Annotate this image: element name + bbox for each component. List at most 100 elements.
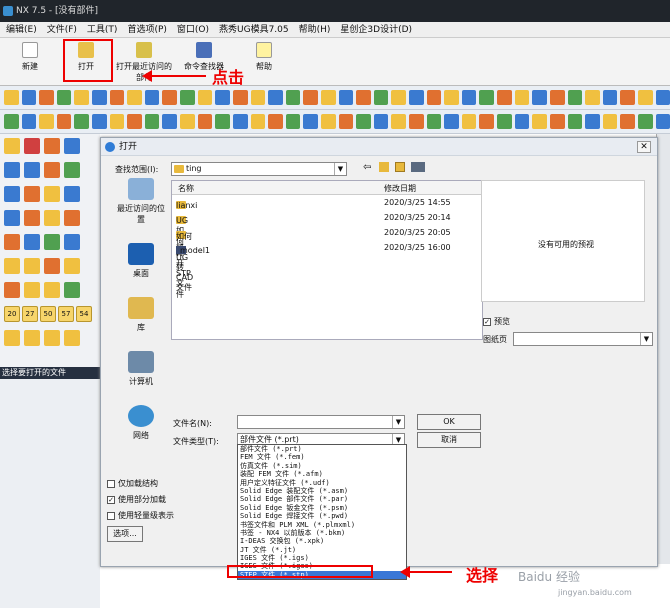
tool-icon[interactable]	[127, 90, 142, 105]
tool-icon[interactable]	[637, 90, 653, 105]
tool-icon[interactable]	[144, 90, 160, 105]
tool-icon[interactable]	[461, 114, 477, 129]
filetype-option[interactable]: 仿真文件 (*.sim)	[238, 462, 406, 470]
tool-icon[interactable]	[109, 90, 125, 105]
tool-icon[interactable]	[655, 114, 670, 129]
tool-icon[interactable]	[4, 114, 19, 129]
tool-icon[interactable]	[356, 90, 371, 105]
tool-icon[interactable]	[24, 138, 40, 154]
filetype-option[interactable]: 书签文件和 PLM XML (*.plmxml)	[238, 521, 406, 529]
tool-icon[interactable]	[44, 162, 60, 178]
tool-icon[interactable]	[4, 162, 20, 178]
tool-icon[interactable]	[162, 114, 178, 129]
filetype-option[interactable]: Solid Edge 部件文件 (*.par)	[238, 495, 406, 503]
tool-icon[interactable]	[44, 138, 60, 154]
up-folder-icon[interactable]	[379, 162, 389, 172]
tool-icon[interactable]	[250, 90, 266, 105]
tool-icon[interactable]	[44, 282, 60, 298]
tool-icon[interactable]	[4, 186, 20, 202]
tool-icon[interactable]	[373, 90, 389, 105]
new-folder-icon[interactable]	[395, 162, 405, 172]
tool-icon[interactable]	[461, 90, 477, 105]
tool-icon[interactable]	[44, 210, 60, 226]
menu-yanxiu[interactable]: 燕秀UG模具7.05	[219, 22, 289, 37]
filetype-option[interactable]: FEM 文件 (*.fem)	[238, 453, 406, 461]
place-library[interactable]: 库	[115, 297, 167, 333]
tool-icon[interactable]	[479, 114, 495, 129]
tool-icon[interactable]	[4, 138, 20, 154]
tool-icon[interactable]	[4, 234, 20, 250]
place-computer[interactable]: 计算机	[115, 351, 167, 387]
menu-window[interactable]: 窗口(O)	[177, 22, 209, 37]
tool-icon[interactable]	[64, 282, 80, 298]
tool-icon[interactable]	[4, 210, 20, 226]
file-row[interactable]: lianxi 2020/3/25 14:55	[172, 195, 482, 210]
place-desktop[interactable]: 桌面	[115, 243, 167, 279]
tool-icon[interactable]	[24, 162, 40, 178]
tool-icon[interactable]	[532, 114, 547, 129]
tool-icon[interactable]	[532, 90, 547, 105]
tool-icon[interactable]	[514, 90, 530, 105]
tool-icon[interactable]	[444, 114, 459, 129]
tool-icon[interactable]	[391, 114, 407, 129]
tool-icon[interactable]	[620, 90, 635, 105]
tool-icon[interactable]	[620, 114, 635, 129]
menu-file[interactable]: 文件(F)	[47, 22, 77, 37]
tool-icon[interactable]	[250, 114, 266, 129]
tool-icon[interactable]	[4, 90, 19, 105]
options-button[interactable]: 选项...	[107, 526, 143, 542]
tool-icon[interactable]	[4, 282, 20, 298]
menu-help[interactable]: 帮助(H)	[299, 22, 331, 37]
tool-icon[interactable]	[44, 330, 60, 346]
option-structure-only[interactable]: 仅加载结构	[107, 478, 158, 489]
column-date[interactable]: 修改日期	[384, 183, 416, 194]
filetype-option[interactable]: 装配 FEM 文件 (*.afm)	[238, 470, 406, 478]
filename-input[interactable]: ▼	[237, 415, 405, 429]
tool-icon[interactable]	[409, 114, 424, 129]
number-tile[interactable]: 20	[4, 306, 20, 322]
tool-icon[interactable]	[514, 114, 530, 129]
tool-icon[interactable]	[303, 90, 318, 105]
tool-icon[interactable]	[24, 210, 40, 226]
tool-icon[interactable]	[637, 114, 653, 129]
menu-xingchuang[interactable]: 星创企3D设计(D)	[340, 22, 412, 37]
tool-icon[interactable]	[24, 330, 40, 346]
tool-icon[interactable]	[426, 114, 442, 129]
option-lightweight[interactable]: 使用轻量级表示	[107, 510, 174, 521]
tool-icon[interactable]	[391, 90, 407, 105]
tool-icon[interactable]	[602, 90, 618, 105]
menu-tools[interactable]: 工具(T)	[87, 22, 118, 37]
tool-icon[interactable]	[56, 90, 72, 105]
tool-icon[interactable]	[215, 90, 230, 105]
tool-icon[interactable]	[109, 114, 125, 129]
cancel-button[interactable]: 取消	[417, 432, 481, 448]
right-scrollbar[interactable]	[656, 134, 670, 564]
tool-icon[interactable]	[338, 114, 354, 129]
tool-icon[interactable]	[567, 114, 583, 129]
tool-icon[interactable]	[64, 234, 80, 250]
tool-icon[interactable]	[232, 114, 248, 129]
filetype-option[interactable]: STEP 文件 (*.step)	[238, 579, 406, 580]
place-recent[interactable]: 最近访问的位置	[115, 178, 167, 225]
tool-icon[interactable]	[44, 234, 60, 250]
tool-icon[interactable]	[320, 90, 336, 105]
tool-icon[interactable]	[655, 90, 670, 105]
tool-icon[interactable]	[92, 90, 107, 105]
close-button[interactable]: ✕	[637, 141, 651, 153]
tool-icon[interactable]	[74, 90, 90, 105]
tool-icon[interactable]	[24, 282, 40, 298]
tool-icon[interactable]	[585, 90, 600, 105]
tool-icon[interactable]	[24, 234, 40, 250]
tool-icon[interactable]	[64, 210, 80, 226]
tool-icon[interactable]	[24, 186, 40, 202]
tool-icon[interactable]	[268, 114, 283, 129]
tool-icon[interactable]	[64, 186, 80, 202]
file-row[interactable]: 如何将UG转CAD文件 2020/3/25 20:05	[172, 225, 482, 292]
filetype-option[interactable]: Solid Edge 焊接文件 (*.pwd)	[238, 512, 406, 520]
filetype-option[interactable]: Solid Edge 钣金文件 (*.psm)	[238, 504, 406, 512]
filetype-option[interactable]: 用户定义特征文件 (*.udf)	[238, 479, 406, 487]
number-tile[interactable]: 50	[40, 306, 56, 322]
tool-icon[interactable]	[44, 258, 60, 274]
tool-icon[interactable]	[549, 114, 565, 129]
tool-icon[interactable]	[144, 114, 160, 129]
